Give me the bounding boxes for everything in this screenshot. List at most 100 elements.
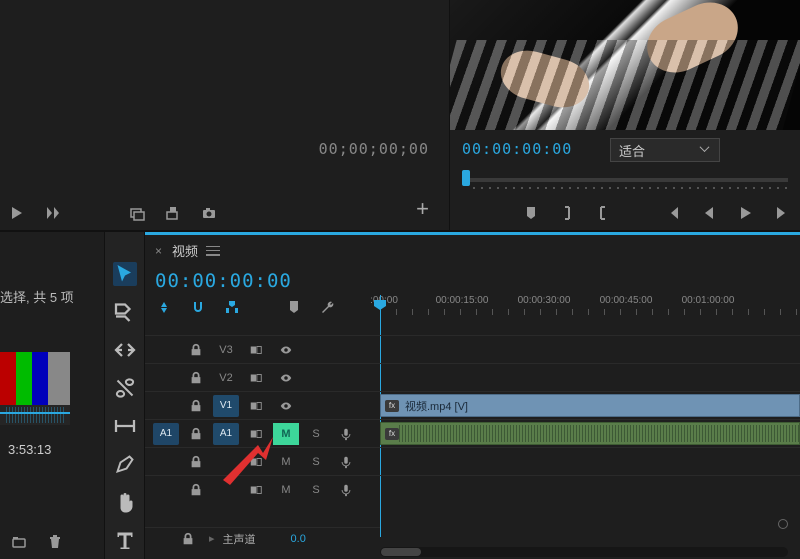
rate-stretch-tool[interactable] [113,414,137,438]
go-in-icon[interactable] [664,204,682,222]
sequence-tab[interactable]: × 视频 [145,235,800,266]
master-value[interactable]: 0.0 [291,533,306,545]
program-transport [522,204,790,222]
lock-icon[interactable] [183,451,209,473]
zoom-label: 适合 [619,141,645,160]
lock-icon[interactable] [183,367,209,389]
source-timecode: 00;00;00;00 [319,140,429,158]
sequence-timecode[interactable]: 00:00:00:00 [145,266,800,292]
mic-icon[interactable] [333,479,359,501]
mute-button[interactable]: M [273,479,299,501]
solo-button[interactable]: S [303,423,329,445]
source-patch-a1[interactable]: A1 [153,423,179,445]
mic-icon[interactable] [333,423,359,445]
solo-button[interactable]: S [303,451,329,473]
in-bracket-icon[interactable] [558,204,576,222]
track-header-v3[interactable]: V3 [145,335,380,363]
marker-add-icon[interactable] [285,298,303,316]
close-tab-icon[interactable]: × [155,244,162,258]
sync-lock-icon[interactable] [243,367,269,389]
mute-button[interactable]: M [273,451,299,473]
zoom-dropdown[interactable]: 适合 [610,138,720,162]
track-label[interactable]: V1 [213,395,239,417]
track-header-a3[interactable]: M S [145,475,380,503]
sync-lock-icon[interactable] [243,339,269,361]
hand-tool[interactable] [113,490,137,514]
eye-icon[interactable] [273,339,299,361]
timeline-panel: × 视频 00:00:00:00 :00:00 00:00:15:00 00:0… [145,232,800,559]
lock-icon[interactable] [183,339,209,361]
mute-button[interactable]: M [273,423,299,445]
add-button[interactable]: + [416,196,429,222]
new-bin-icon[interactable] [10,533,28,551]
track-label[interactable]: A1 [213,423,239,445]
play-icon[interactable] [8,204,26,222]
master-track[interactable]: ▸ 主声道 0.0 [145,527,380,549]
sequence-title: 视频 [172,241,198,260]
program-scrubber[interactable] [450,172,800,198]
fx-badge[interactable]: fx [385,428,399,440]
eye-icon[interactable] [273,395,299,417]
audio-clip[interactable]: fx [380,422,800,445]
video-clip[interactable]: fx 视频.mp4 [V] [380,394,800,417]
export-b-icon[interactable] [164,204,182,222]
linked-icon[interactable] [223,298,241,316]
track-label: V3 [213,339,239,361]
scrubber-playhead[interactable] [462,170,470,186]
pen-tool[interactable] [113,452,137,476]
sync-lock-icon[interactable] [243,395,269,417]
insert-icon[interactable] [44,204,62,222]
sync-lock-icon[interactable] [243,423,269,445]
selection-tool[interactable] [113,262,137,286]
wrench-icon[interactable] [319,298,337,316]
step-back-icon[interactable] [700,204,718,222]
program-preview [450,0,800,130]
marker-icon[interactable] [522,204,540,222]
nest-icon[interactable] [155,298,173,316]
lock-icon[interactable] [175,528,201,550]
sync-lock-icon[interactable] [243,479,269,501]
lock-icon[interactable] [183,423,209,445]
ripple-tool[interactable] [113,338,137,362]
program-monitor-panel: 00:00:00:00 适合 [450,0,800,230]
sync-lock-icon[interactable] [243,451,269,473]
export-a-icon[interactable] [128,204,146,222]
master-label: 主声道 [223,528,283,550]
trash-icon[interactable] [46,533,64,551]
program-timecode[interactable]: 00:00:00:00 [462,140,572,158]
camera-icon[interactable] [200,204,218,222]
clips-area[interactable]: fx 视频.mp4 [V] fx [380,335,800,549]
time-ruler[interactable]: :00:00 00:00:15:00 00:00:30:00 00:00:45:… [380,295,800,317]
type-tool[interactable] [113,528,137,552]
mic-icon[interactable] [333,451,359,473]
out-bracket-icon[interactable] [594,204,612,222]
lock-icon[interactable] [183,395,209,417]
scrollbar-thumb[interactable] [381,548,421,556]
source-monitor-panel: 00;00;00;00 + [0,0,450,230]
track-header-v1[interactable]: V1 [145,391,380,419]
track-header-a2[interactable]: M S [145,447,380,475]
razor-tool[interactable] [113,376,137,400]
solo-button[interactable]: S [303,479,329,501]
play-icon[interactable] [736,204,754,222]
zoom-handle-icon[interactable] [778,519,788,529]
snap-icon[interactable] [189,298,207,316]
track-header-a1[interactable]: A1 A1 M S [145,419,380,447]
clip-name: 视频.mp4 [V] [405,398,468,414]
tab-menu-icon[interactable] [206,246,220,256]
clip-thumbnail-audio [0,405,70,425]
ruler-label: 00:00:15:00 [436,295,489,306]
eye-icon[interactable] [273,367,299,389]
timeline-scrollbar[interactable] [380,547,788,557]
tools-panel [105,232,145,559]
fx-badge[interactable]: fx [385,400,399,412]
track-label [213,479,239,501]
lock-icon[interactable] [183,479,209,501]
step-fwd-icon[interactable] [772,204,790,222]
ruler-label: 00:01:00:00 [682,295,735,306]
ruler-label: 00:00:45:00 [600,295,653,306]
track-header-v2[interactable]: V2 [145,363,380,391]
selection-info: 选择, 共 5 项 [0,287,74,306]
track-select-tool[interactable] [113,300,137,324]
clip-thumbnail[interactable] [0,352,70,410]
